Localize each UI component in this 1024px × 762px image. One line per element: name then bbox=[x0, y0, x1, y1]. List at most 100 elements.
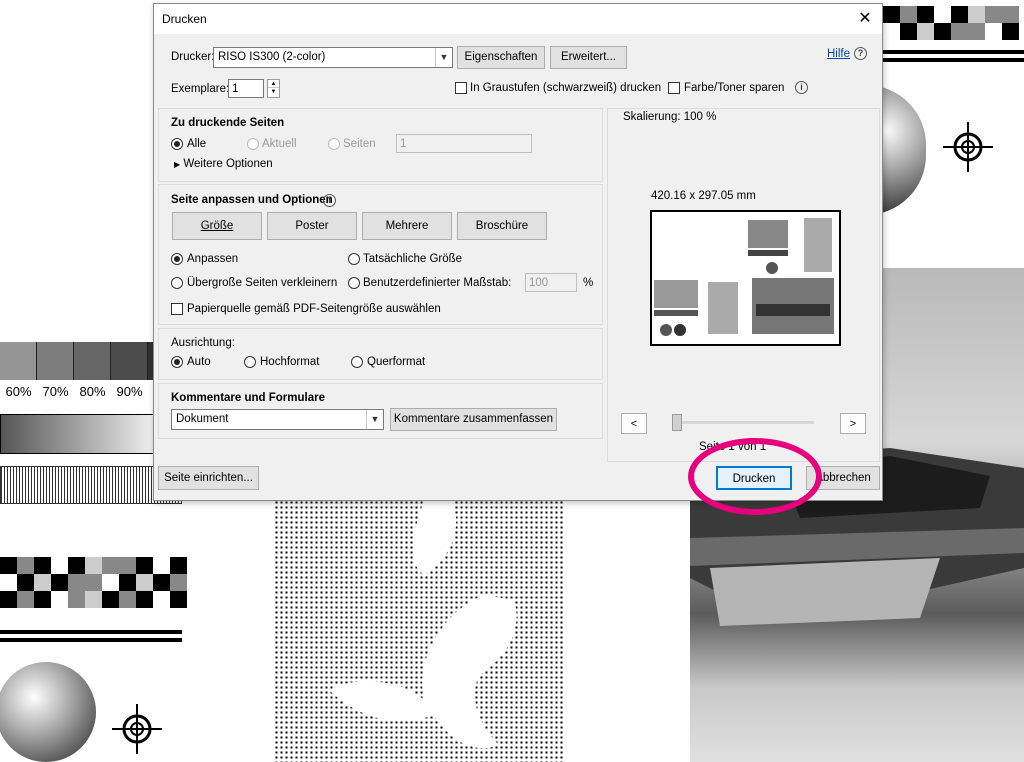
dialog-title: Drucken bbox=[162, 12, 207, 26]
checker-cell bbox=[934, 6, 951, 23]
triangle-right-icon: ▶ bbox=[174, 160, 181, 169]
grayscale-label: In Graustufen (schwarzweiß) drucken bbox=[470, 82, 662, 94]
more-options-toggle[interactable]: ▶ Weitere Optionen bbox=[174, 158, 273, 170]
booklet-button[interactable]: Broschüre bbox=[457, 212, 547, 240]
checker-cell bbox=[68, 574, 85, 591]
poster-button[interactable]: Poster bbox=[267, 212, 357, 240]
copies-input[interactable] bbox=[228, 79, 264, 98]
pages-current-radio[interactable] bbox=[247, 138, 259, 150]
printer-select[interactable]: RISO IS300 (2-color) ▼ bbox=[213, 47, 453, 68]
custom-scale-label: Benutzerdefinierter Maßstab: bbox=[363, 277, 512, 289]
grayscale-checkbox[interactable] bbox=[455, 82, 467, 94]
checker-cell bbox=[136, 557, 153, 574]
percent-label: 80% bbox=[79, 384, 106, 399]
size-button[interactable]: Größe bbox=[172, 212, 262, 240]
checker-cell bbox=[985, 6, 1002, 23]
checker-pattern-bottom bbox=[0, 557, 187, 608]
page-slider-track[interactable] bbox=[674, 421, 814, 424]
gradient-bar bbox=[0, 414, 154, 454]
info-icon[interactable]: i bbox=[323, 194, 336, 207]
custom-scale-radio[interactable] bbox=[348, 277, 360, 289]
print-dialog: Drucken ✕ Drucker: RISO IS300 (2-color) … bbox=[153, 3, 883, 501]
checker-cell bbox=[1002, 6, 1019, 23]
checker-cell bbox=[951, 23, 968, 40]
orientation-panel bbox=[158, 328, 603, 380]
stepper-up-icon[interactable]: ▲ bbox=[268, 80, 279, 88]
checker-cell bbox=[170, 591, 187, 608]
info-icon[interactable]: i bbox=[795, 81, 808, 94]
shrink-oversized-radio[interactable] bbox=[171, 277, 183, 289]
percent-label: 70% bbox=[42, 384, 69, 399]
close-icon[interactable]: ✕ bbox=[854, 8, 876, 30]
advanced-button[interactable]: Erweitert... bbox=[550, 46, 627, 69]
orientation-portrait-radio[interactable] bbox=[244, 356, 256, 368]
orientation-portrait-label: Hochformat bbox=[260, 356, 320, 368]
checker-cell bbox=[153, 557, 170, 574]
summarize-comments-button[interactable]: Kommentare zusammenfassen bbox=[390, 408, 557, 431]
properties-button[interactable]: Eigenschaften bbox=[457, 46, 545, 69]
orientation-landscape-radio[interactable] bbox=[351, 356, 363, 368]
fit-radio[interactable] bbox=[171, 253, 183, 265]
checker-cell bbox=[119, 591, 136, 608]
pages-all-label: Alle bbox=[187, 138, 207, 150]
printer-select-value: RISO IS300 (2-color) bbox=[218, 51, 326, 63]
gray-swatch bbox=[37, 342, 74, 380]
save-toner-label: Farbe/Toner sparen bbox=[684, 82, 785, 94]
checker-cell bbox=[951, 6, 968, 23]
paper-source-label: Papierquelle gemäß PDF-Seitengröße auswä… bbox=[187, 303, 441, 315]
page-slider-handle[interactable] bbox=[672, 414, 682, 431]
checker-cell bbox=[85, 557, 102, 574]
checker-cell bbox=[68, 557, 85, 574]
help-question-icon[interactable]: ? bbox=[854, 47, 867, 60]
stepper-down-icon[interactable]: ▼ bbox=[268, 88, 279, 96]
page-setup-button[interactable]: Seite einrichten... bbox=[158, 466, 259, 490]
page-dimensions: 420.16 x 297.05 mm bbox=[651, 190, 756, 202]
gray-swatch bbox=[0, 342, 37, 380]
checker-cell bbox=[51, 591, 68, 608]
orientation-auto-radio[interactable] bbox=[171, 356, 183, 368]
comments-select[interactable]: Dokument ▼ bbox=[171, 409, 384, 430]
prev-page-button[interactable]: < bbox=[621, 413, 647, 434]
help-link[interactable]: Hilfe bbox=[827, 48, 850, 60]
checker-cell bbox=[17, 574, 34, 591]
fit-section-title: Seite anpassen und Optionen bbox=[171, 194, 333, 206]
checker-cell bbox=[1002, 23, 1019, 40]
crosshair-icon-bottom bbox=[112, 704, 162, 754]
checker-cell bbox=[153, 574, 170, 591]
multiple-button[interactable]: Mehrere bbox=[362, 212, 452, 240]
comments-section-title: Kommentare und Formulare bbox=[171, 392, 325, 404]
checker-cell bbox=[0, 574, 17, 591]
line-pattern-bottom bbox=[0, 630, 182, 646]
fit-label: Anpassen bbox=[187, 253, 239, 265]
pages-section-title: Zu druckende Seiten bbox=[171, 117, 285, 129]
custom-scale-input[interactable] bbox=[525, 273, 577, 292]
save-toner-checkbox[interactable] bbox=[668, 82, 680, 94]
percent-sign: % bbox=[583, 277, 594, 289]
orientation-landscape-label: Querformat bbox=[367, 356, 426, 368]
pages-all-radio[interactable] bbox=[171, 138, 183, 150]
halftone-leaf-image bbox=[274, 500, 564, 762]
printer-label: Drucker: bbox=[171, 51, 215, 63]
checker-cell bbox=[136, 591, 153, 608]
percent-label: 60% bbox=[5, 384, 32, 399]
paper-source-checkbox[interactable] bbox=[171, 303, 183, 315]
comments-select-value: Dokument bbox=[176, 413, 229, 425]
checker-cell bbox=[968, 6, 985, 23]
checker-cell bbox=[51, 574, 68, 591]
checker-cell bbox=[51, 557, 68, 574]
checker-cell bbox=[17, 557, 34, 574]
actual-size-radio[interactable] bbox=[348, 253, 360, 265]
checker-cell bbox=[934, 23, 951, 40]
copies-stepper[interactable]: ▲ ▼ bbox=[267, 79, 280, 98]
page-preview-thumbnail bbox=[650, 210, 841, 346]
checker-cell bbox=[170, 557, 187, 574]
checker-cell bbox=[102, 557, 119, 574]
pages-range-input[interactable] bbox=[396, 134, 532, 153]
pages-range-radio[interactable] bbox=[328, 138, 340, 150]
more-options-label: Weitere Optionen bbox=[183, 158, 273, 170]
checker-cell bbox=[917, 23, 934, 40]
checker-cell bbox=[917, 6, 934, 23]
checker-cell bbox=[883, 23, 900, 40]
copies-label: Exemplare: bbox=[171, 83, 230, 95]
next-page-button[interactable]: > bbox=[840, 413, 866, 434]
